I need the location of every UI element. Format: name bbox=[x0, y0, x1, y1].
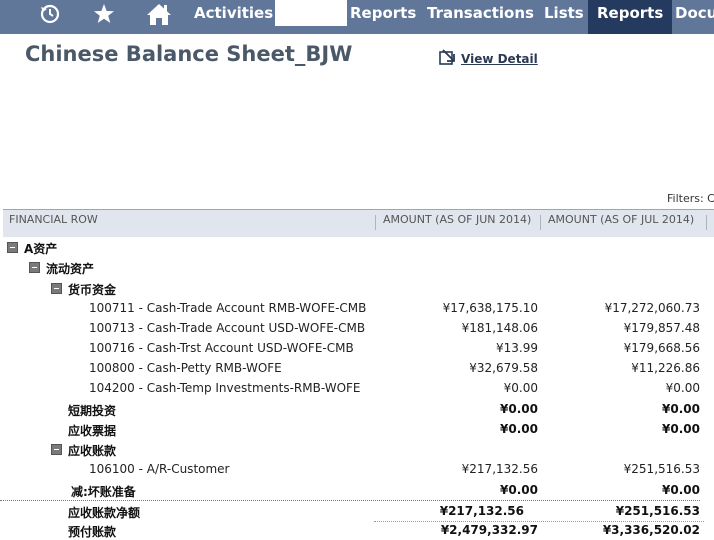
nav-lists[interactable]: Lists bbox=[544, 0, 584, 26]
recent-icon[interactable] bbox=[36, 0, 64, 28]
table-row: 100800 - Cash-Petty RMB-WOFE ¥32,679.58 … bbox=[89, 361, 700, 375]
table-row: 100716 - Cash-Trst Account USD-WOFE-CMB … bbox=[89, 341, 700, 355]
view-detail-link[interactable]: View Detail bbox=[438, 48, 538, 70]
external-link-icon bbox=[438, 48, 456, 70]
table-row: 减:坏账准备 ¥0.00 ¥0.00 bbox=[71, 483, 700, 499]
view-detail-label: View Detail bbox=[461, 52, 538, 66]
table-row: 预付账款 ¥2,479,332.97 ¥3,336,520.02 bbox=[68, 523, 700, 539]
home-icon[interactable] bbox=[144, 0, 174, 28]
table-row: 应收票据 ¥0.00 ¥0.00 bbox=[68, 422, 700, 438]
table-row: 106100 - A/R-Customer ¥217,132.56 ¥251,5… bbox=[89, 462, 700, 476]
nav-activities[interactable]: Activities bbox=[194, 0, 273, 26]
column-financial-row[interactable]: FINANCIAL ROW bbox=[9, 213, 98, 226]
top-nav: Activities Reports Transactions Lists Re… bbox=[0, 0, 714, 34]
collapse-toggle-icon[interactable] bbox=[51, 444, 62, 455]
column-divider bbox=[540, 215, 541, 230]
column-divider bbox=[706, 215, 707, 230]
column-amount-jun[interactable]: AMOUNT (AS OF JUN 2014) bbox=[383, 213, 531, 226]
nav-reports-active[interactable]: Reports bbox=[588, 0, 673, 34]
filters-label[interactable]: Filters: C bbox=[667, 192, 714, 205]
nav-reports[interactable]: Reports bbox=[350, 0, 416, 26]
table-row: 100711 - Cash-Trade Account RMB-WOFE-CMB… bbox=[89, 301, 700, 315]
collapse-toggle-icon[interactable] bbox=[7, 242, 18, 253]
nav-documents[interactable]: Docu bbox=[675, 0, 714, 26]
table-row: 100713 - Cash-Trade Account USD-WOFE-CMB… bbox=[89, 321, 700, 335]
column-divider bbox=[375, 215, 376, 230]
nav-blank-item[interactable] bbox=[275, 0, 347, 26]
table-row: 流动资产 bbox=[0, 257, 714, 277]
table-header: FINANCIAL ROW AMOUNT (AS OF JUN 2014) AM… bbox=[3, 209, 714, 237]
table-row: 货币资金 bbox=[0, 278, 714, 298]
column-amount-jul[interactable]: AMOUNT (AS OF JUL 2014) bbox=[548, 213, 694, 226]
table-row: 应收账款 bbox=[0, 439, 714, 459]
collapse-toggle-icon[interactable] bbox=[29, 262, 40, 273]
table-row: 104200 - Cash-Temp Investments-RMB-WOFE … bbox=[89, 381, 700, 395]
page-title: Chinese Balance Sheet_BJW bbox=[25, 42, 353, 66]
collapse-toggle-icon[interactable] bbox=[51, 283, 62, 294]
star-icon[interactable] bbox=[90, 0, 118, 28]
table-row-subtotal: 应收账款净额 ¥217,132.56 ¥251,516.53 bbox=[0, 500, 704, 522]
nav-transactions[interactable]: Transactions bbox=[427, 0, 534, 26]
table-row: 短期投资 ¥0.00 ¥0.00 bbox=[68, 402, 700, 418]
table-row: A资产 bbox=[0, 237, 714, 257]
